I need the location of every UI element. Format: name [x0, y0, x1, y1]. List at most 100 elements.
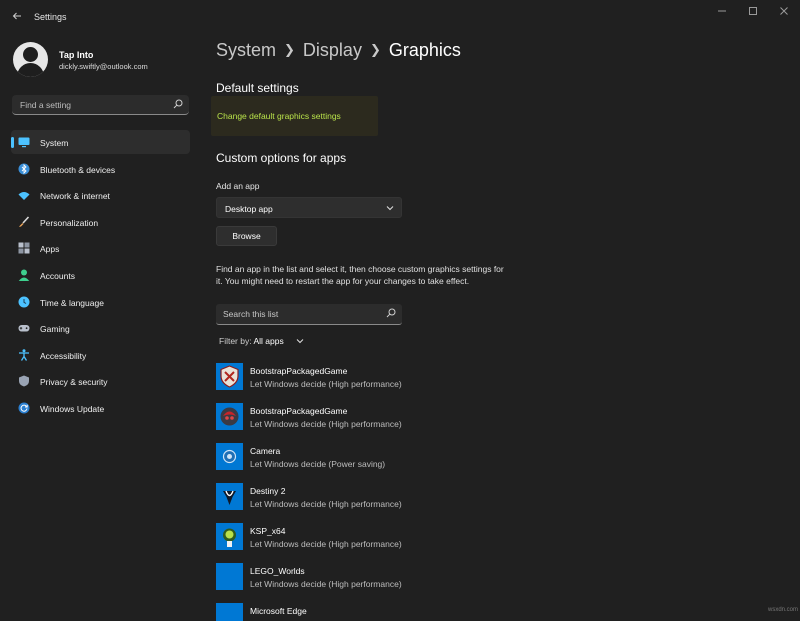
sidebar-item-label: Accounts	[40, 270, 75, 281]
sidebar-item-apps[interactable]: Apps	[11, 236, 190, 260]
game-helmet-icon	[216, 403, 243, 430]
sidebar-item-accessibility[interactable]: Accessibility	[11, 343, 190, 367]
sidebar-item-label: Network & internet	[40, 191, 110, 202]
bluetooth-icon	[18, 163, 30, 175]
watermark: wsxdn.com	[768, 607, 799, 613]
sidebar-item-time-language[interactable]: Time & language	[11, 290, 190, 314]
close-button[interactable]	[770, 6, 798, 20]
sidebar-nav: System Bluetooth & devices Network & int…	[11, 130, 190, 423]
app-name: KSP_x64	[250, 526, 286, 536]
ksp-icon	[216, 523, 243, 550]
app-type-dropdown[interactable]: Desktop app	[216, 197, 402, 218]
list-item[interactable]: LEGO_Worlds Let Windows decide (High per…	[216, 563, 616, 603]
sidebar-item-label: Bluetooth & devices	[40, 164, 116, 175]
list-item[interactable]: KSP_x64 Let Windows decide (High perform…	[216, 523, 616, 563]
maximize-icon	[749, 7, 757, 15]
title-bar: Settings	[0, 0, 800, 34]
custom-options-heading: Custom options for apps	[216, 151, 347, 165]
breadcrumb-chevron-icon: ❯	[284, 42, 295, 57]
sidebar-item-privacy-security[interactable]: Privacy & security	[11, 369, 190, 393]
chevron-down-icon[interactable]	[296, 337, 304, 345]
sidebar-item-system[interactable]: System	[11, 130, 190, 154]
chevron-down-icon	[386, 206, 394, 211]
gamepad-icon	[18, 325, 30, 332]
game-shield-icon	[216, 363, 243, 390]
filter-value: All apps	[253, 336, 284, 346]
instructions-text: Find an app in the list and select it, t…	[216, 264, 504, 286]
breadcrumb-display[interactable]: Display	[303, 40, 362, 60]
sidebar-item-label: Accessibility	[40, 350, 87, 361]
default-settings-heading: Default settings	[216, 81, 299, 95]
settings-window: Settings Tap Into dickly.swiftly@outlook…	[0, 0, 800, 621]
browse-button[interactable]: Browse	[216, 226, 277, 246]
search-icon[interactable]	[386, 308, 396, 318]
sidebar-item-label: System	[40, 138, 69, 148]
avatar[interactable]	[13, 42, 48, 77]
lego-icon	[216, 563, 243, 590]
list-item[interactable]: Camera Let Windows decide (Power saving)	[216, 443, 616, 483]
app-name: Destiny 2	[250, 486, 286, 496]
page-title: Graphics	[388, 40, 461, 60]
app-preference: Let Windows decide (High performance)	[250, 419, 402, 429]
list-search-box[interactable]	[216, 304, 402, 325]
list-item[interactable]: Destiny 2 Let Windows decide (High perfo…	[216, 483, 616, 523]
apps-grid-icon	[18, 242, 30, 254]
destiny-icon	[216, 483, 243, 510]
sidebar-item-label: Personalization	[40, 217, 99, 228]
app-preference: Let Windows decide (High performance)	[250, 579, 402, 589]
search-icon[interactable]	[173, 99, 183, 109]
app-list: BootstrapPackagedGame Let Windows decide…	[216, 363, 616, 621]
globe-clock-icon	[18, 296, 30, 308]
sidebar-search-box[interactable]	[12, 95, 189, 115]
sidebar-item-gaming[interactable]: Gaming	[11, 316, 190, 340]
sidebar-item-bluetooth[interactable]: Bluetooth & devices	[11, 157, 190, 181]
app-preference: Let Windows decide (High performance)	[250, 379, 402, 389]
list-item[interactable]: BootstrapPackagedGame Let Windows decide…	[216, 403, 616, 443]
breadcrumb-system[interactable]: System	[216, 40, 276, 60]
monitor-icon	[18, 137, 30, 148]
list-item[interactable]: Microsoft Edge	[216, 603, 616, 621]
sidebar-item-label: Windows Update	[40, 403, 105, 414]
camera-icon	[216, 443, 243, 470]
update-icon	[18, 402, 30, 414]
app-name: Microsoft Edge	[250, 606, 307, 616]
add-app-label: Add an app	[216, 181, 260, 191]
close-icon	[780, 7, 788, 15]
sidebar-item-personalization[interactable]: Personalization	[11, 210, 190, 234]
sidebar-item-network[interactable]: Network & internet	[11, 183, 190, 207]
shield-icon	[19, 375, 29, 387]
person-icon	[18, 269, 30, 281]
app-name: Camera	[250, 446, 281, 456]
sidebar-item-accounts[interactable]: Accounts	[11, 263, 190, 287]
minimize-icon	[718, 10, 726, 12]
find-setting-input[interactable]	[12, 95, 167, 114]
change-default-graphics-link[interactable]: Change default graphics settings	[217, 111, 341, 121]
brush-icon	[19, 216, 30, 227]
wifi-icon	[18, 192, 30, 201]
breadcrumb: System ❯ Display ❯ Graphics	[216, 40, 461, 61]
filter-dropdown[interactable]: Filter by: All apps	[219, 336, 284, 346]
sidebar-item-label: Gaming	[40, 324, 70, 335]
maximize-button[interactable]	[739, 6, 767, 20]
back-button[interactable]	[9, 9, 25, 25]
search-list-input[interactable]	[216, 304, 381, 324]
list-item[interactable]: BootstrapPackagedGame Let Windows decide…	[216, 363, 616, 403]
edge-icon	[216, 603, 243, 621]
app-name: BootstrapPackagedGame	[250, 366, 348, 376]
accessibility-icon	[19, 349, 29, 361]
profile-email: dickly.swiftly@outlook.com	[59, 62, 148, 71]
sidebar-item-label: Time & language	[40, 297, 104, 308]
profile-name: Tap Into	[59, 50, 94, 60]
breadcrumb-chevron-icon: ❯	[369, 42, 381, 57]
sidebar-item-windows-update[interactable]: Windows Update	[11, 396, 190, 420]
app-preference: Let Windows decide (High performance)	[250, 539, 402, 549]
sidebar-item-label: Privacy & security	[40, 377, 108, 388]
minimize-button[interactable]	[708, 6, 736, 20]
app-name: LEGO_Worlds	[250, 566, 305, 576]
app-preference: Let Windows decide (High performance)	[250, 499, 402, 509]
app-title: Settings	[34, 12, 67, 22]
sidebar-item-label: Apps	[40, 244, 60, 255]
dropdown-value: Desktop app	[225, 204, 273, 214]
filter-label: Filter by:	[219, 336, 252, 346]
app-preference: Let Windows decide (Power saving)	[250, 459, 386, 469]
